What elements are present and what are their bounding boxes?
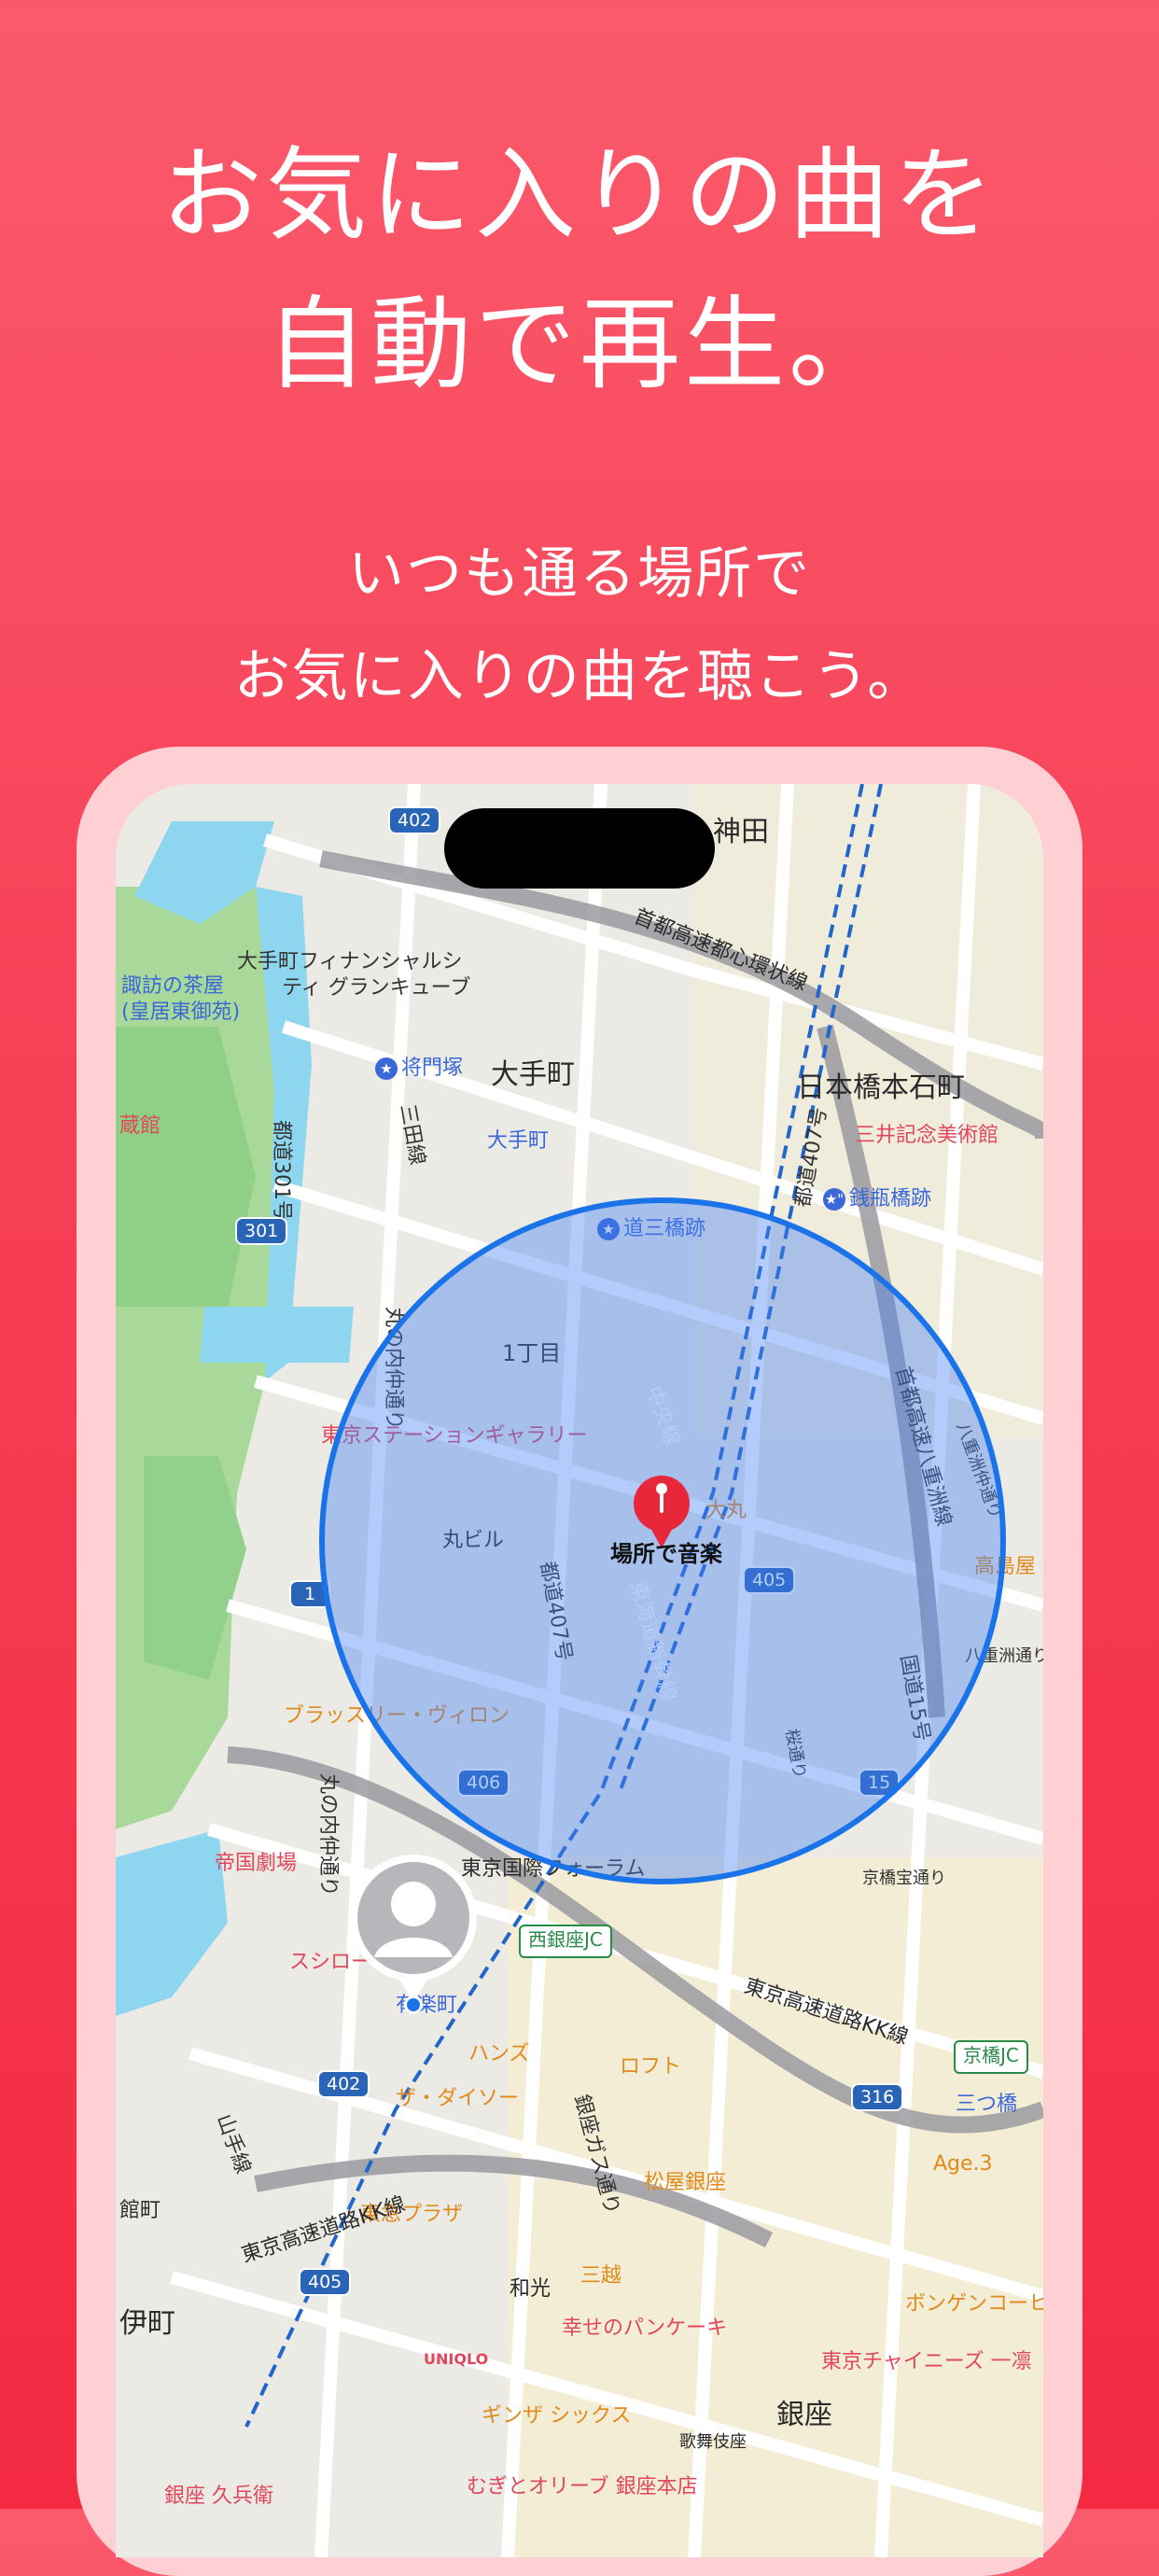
subheadline-line-2: お気に入りの曲を聴こう。: [233, 644, 926, 709]
route-shield: 405: [299, 2268, 352, 2296]
map-label: ★" 銭瓶橋跡: [823, 1187, 932, 1211]
map-label: 三つ橋: [956, 2093, 1018, 2116]
junction-label: 京橋JC: [954, 2040, 1028, 2074]
map-label: 大手町: [487, 1129, 550, 1153]
headline-line-2: 自動で再生。: [265, 287, 893, 403]
route-shield: 402: [317, 2070, 370, 2098]
map-label: 銀座 久兵衛: [164, 2485, 273, 2508]
map-label: むぎとオリーブ 銀座本店: [467, 2475, 698, 2499]
subheadline-line-1: いつも通る場所で: [348, 541, 811, 607]
map-label: 帝国劇場: [215, 1852, 298, 1875]
map-label: 三井記念美術館: [855, 1124, 999, 1147]
map-label: 和光: [510, 2277, 552, 2301]
route-shield: 402: [388, 806, 441, 834]
map-label: 蔵館: [119, 1114, 161, 1138]
map-label: 歌舞伎座: [679, 2432, 747, 2452]
star-icon: ★": [823, 1188, 845, 1211]
map-label: ハンズ: [468, 2042, 530, 2065]
map-label: ティ グランキューブ: [282, 976, 471, 1000]
route-shield: 316: [851, 2083, 904, 2111]
star-icon: ★: [375, 1057, 398, 1080]
map-label: ボンゲンコーヒ: [905, 2292, 1043, 2316]
user-location-marker[interactable]: [343, 1853, 483, 2016]
map-label: 京橋宝通り: [862, 1869, 946, 1888]
map-label: ロフト: [620, 2055, 682, 2079]
pin-label: 場所で音楽: [610, 1541, 722, 1567]
dynamic-island: [444, 808, 715, 889]
headline-line-1: お気に入りの曲を: [161, 137, 998, 254]
map-label: (皇居東御苑): [121, 1001, 241, 1024]
map-view[interactable]: 402 301 1 405 406 15 402 316 405 西銀座JC 京…: [116, 784, 1043, 2557]
map-label: Age.3: [933, 2152, 993, 2176]
map-label: 三越: [580, 2264, 622, 2288]
map-label: 日本橋本石町: [797, 1071, 965, 1104]
map-label: 神田: [713, 816, 769, 848]
map-label: ザ・ダイソー: [396, 2087, 520, 2110]
junction-label: 西銀座JC: [519, 1925, 612, 1958]
map-label: 幸せのパンケーキ: [562, 2317, 728, 2340]
map-label: 都道301号: [270, 1120, 293, 1221]
map-label: 伊町: [119, 2307, 175, 2340]
map-label: 館町: [119, 2199, 161, 2222]
map-label: ギンザ シックス: [482, 2404, 632, 2428]
subheadline: いつも通る場所で お気に入りの曲を聴こう。: [0, 523, 1159, 728]
route-shield: 301: [235, 1217, 288, 1245]
map-label: 東京チャイニーズ 一凛: [821, 2350, 1032, 2373]
map-label: UNIQLO: [424, 2350, 489, 2368]
map-label: 松屋銀座: [644, 2171, 727, 2194]
map-label: 丸の内仲通り: [316, 1773, 340, 1897]
map-label: ★ 将門塚: [375, 1051, 463, 1081]
map-label: 大手町: [491, 1058, 575, 1091]
map-label: 銀座: [776, 2399, 832, 2431]
headline: お気に入りの曲を 自動で再生。: [0, 121, 1159, 420]
